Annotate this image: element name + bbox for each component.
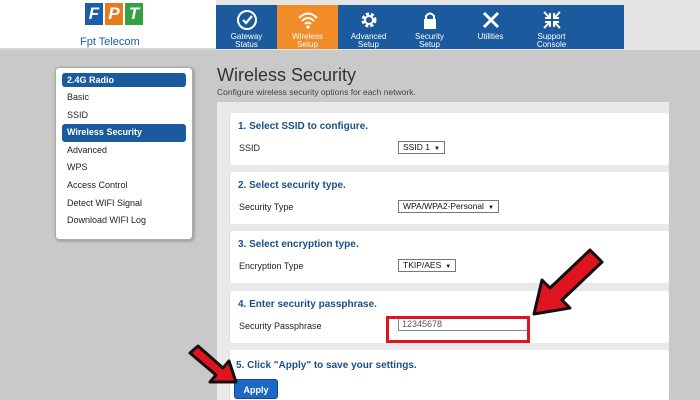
brand-name: Fpt Telecom: [80, 36, 140, 48]
encryption-type-select-value: TKIP/AES: [403, 260, 442, 270]
nav-utilities[interactable]: Utilities: [460, 5, 521, 49]
logo-letter-p: P: [105, 3, 123, 25]
encryption-type-label: Encryption Type: [239, 261, 304, 271]
security-type-select[interactable]: WPA/WPA2-Personal ▼: [398, 200, 499, 213]
ssid-label: SSID: [239, 143, 261, 153]
dropdown-arrow-icon: ▼: [445, 264, 452, 270]
sidebar-item-wireless-security[interactable]: Wireless Security: [62, 124, 186, 142]
sidebar-item-detect-wifi-signal[interactable]: Detect WIFI Signal: [62, 195, 186, 213]
dropdown-arrow-icon: ▼: [487, 205, 494, 211]
brand-area: F P T Fpt Telecom: [0, 0, 216, 50]
section-title: 2. Select security type.: [238, 180, 346, 191]
nav-label: Advanced Setup: [350, 32, 387, 49]
page-title: Wireless Security: [217, 65, 357, 85]
sidebar-header[interactable]: 2.4G Radio: [62, 73, 186, 87]
nav-label: Security Setup: [415, 32, 444, 49]
gear-icon: [361, 12, 376, 28]
sidebar-item-wps[interactable]: WPS: [62, 159, 186, 177]
section-title: 3. Select encryption type.: [238, 239, 359, 250]
logo-letter-t: T: [125, 3, 143, 25]
sidebar-item-download-wifi-log[interactable]: Download WIFI Log: [62, 212, 186, 230]
nav-label: Gateway Status: [230, 32, 263, 49]
section-title: 4. Enter security passphrase.: [238, 299, 377, 310]
ssid-section: 1. Select SSID to configure. SSID SSID 1…: [229, 113, 669, 165]
encryption-type-select[interactable]: TKIP/AES ▼: [398, 259, 457, 272]
section-title: 1. Select SSID to configure.: [238, 121, 369, 132]
nav-wireless-setup[interactable]: Wireless Setup: [277, 5, 338, 49]
page-subtitle: Configure wireless security options for …: [217, 87, 416, 97]
lock-icon: [423, 12, 436, 29]
nav-label: Support Console: [536, 32, 567, 49]
header: F P T Fpt Telecom Gateway Status Wireles…: [0, 0, 700, 50]
security-type-section: 2. Select security type. Security Type W…: [229, 172, 669, 224]
main-nav: Gateway Status Wireless Setup Advanced S…: [216, 5, 624, 49]
sidebar-item-ssid[interactable]: SSID: [62, 107, 186, 125]
logo-letter-f: F: [85, 3, 103, 25]
apply-section: [229, 350, 669, 400]
nav-label: Wireless Setup: [292, 32, 323, 49]
sidebar-item-basic[interactable]: Basic: [62, 89, 186, 107]
nav-advanced-setup[interactable]: Advanced Setup: [338, 5, 399, 49]
nav-security-setup[interactable]: Security Setup: [399, 5, 460, 49]
nav-gateway-status[interactable]: Gateway Status: [216, 5, 277, 49]
ssid-select-value: SSID 1: [403, 142, 430, 152]
nav-label: Utilities: [477, 32, 504, 41]
red-arrow-icon: [188, 344, 238, 384]
fpt-logo[interactable]: F P T: [85, 3, 147, 25]
sidebar-item-advanced[interactable]: Advanced: [62, 142, 186, 160]
red-arrow-icon: [532, 248, 604, 316]
security-type-select-value: WPA/WPA2-Personal: [403, 201, 484, 211]
tools-icon: [482, 11, 499, 29]
dropdown-arrow-icon: ▼: [433, 146, 440, 152]
security-type-label: Security Type: [239, 202, 294, 212]
arrows-icon: [542, 11, 561, 29]
wifi-icon: [297, 12, 318, 29]
gauge-icon: [236, 10, 257, 30]
passphrase-highlight-box: [386, 316, 530, 343]
apply-instruction: 5. Click "Apply" to save your settings.: [236, 360, 417, 371]
ssid-select[interactable]: SSID 1 ▼: [398, 141, 445, 154]
apply-button[interactable]: Apply: [234, 379, 278, 399]
sidebar-item-access-control[interactable]: Access Control: [62, 177, 186, 195]
passphrase-label: Security Passphrase: [239, 321, 322, 331]
nav-support-console[interactable]: Support Console: [521, 5, 582, 49]
sidebar: 2.4G Radio Basic SSID Wireless Security …: [55, 67, 193, 240]
